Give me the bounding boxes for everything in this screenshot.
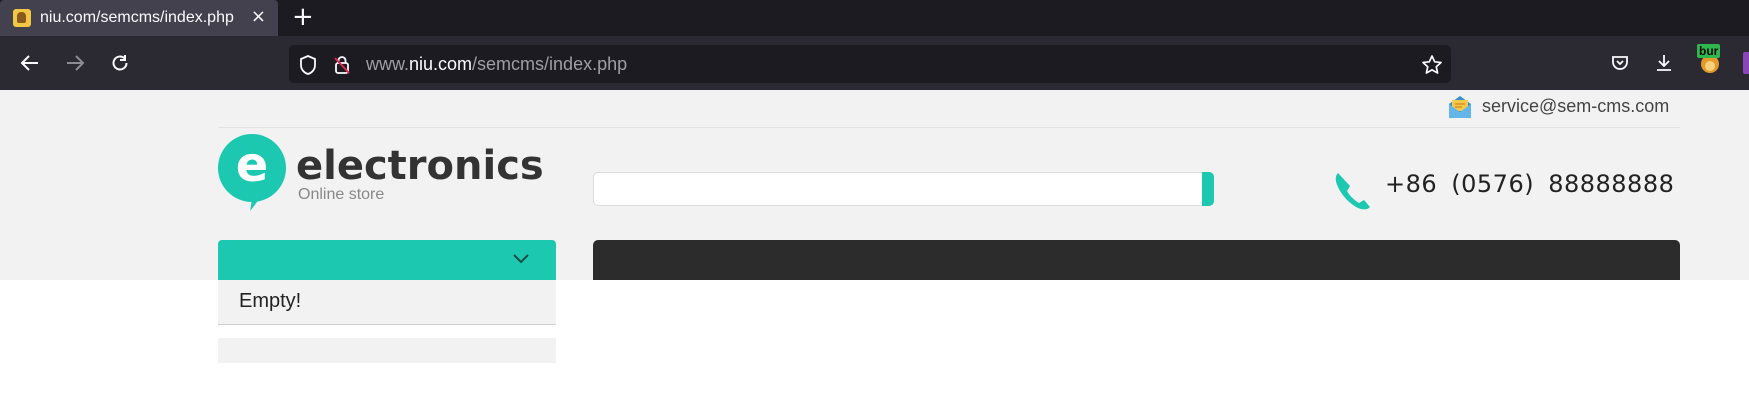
- search-button[interactable]: [1202, 172, 1214, 206]
- download-icon: [1657, 55, 1671, 71]
- reload-icon: [112, 55, 128, 71]
- logo-letter: e: [235, 137, 269, 193]
- category-menu-toggle[interactable]: [218, 240, 556, 280]
- dropdown-item-label: Empty!: [239, 290, 302, 312]
- forward-button[interactable]: [61, 49, 89, 77]
- arrow-right-icon: [67, 55, 85, 71]
- extension-badge: bur: [1697, 44, 1721, 58]
- browser-nav-bar: www.niu.com/semcms/index.php bur: [0, 36, 1749, 90]
- brand-name[interactable]: electronics: [296, 144, 544, 188]
- tab-close-icon[interactable]: ×: [251, 6, 266, 28]
- extension-edge-icon[interactable]: [1743, 52, 1749, 74]
- arrow-left-icon: [20, 55, 38, 71]
- search-input[interactable]: [593, 172, 1214, 206]
- main-nav-banner: [593, 240, 1680, 280]
- dropdown-footer: [218, 338, 556, 363]
- phone-number[interactable]: +86 (0576) 88888888: [1385, 170, 1674, 198]
- dropdown-item[interactable]: Empty!: [218, 280, 556, 325]
- bookmark-star-icon[interactable]: [1421, 54, 1443, 76]
- phone-icon: [1332, 170, 1374, 212]
- downloads-button[interactable]: [1650, 49, 1678, 77]
- browser-tab-bar: niu.com/semcms/index.php × +: [0, 0, 1749, 36]
- chevron-down-icon: [513, 254, 529, 264]
- pocket-button[interactable]: [1606, 49, 1634, 77]
- header-divider: [218, 127, 1680, 128]
- tab-title: niu.com/semcms/index.php: [40, 9, 234, 26]
- address-bar[interactable]: www.niu.com/semcms/index.php: [289, 45, 1451, 83]
- contact-email[interactable]: service@sem-cms.com: [1482, 96, 1669, 117]
- new-tab-button[interactable]: +: [292, 2, 314, 32]
- brand-tagline: Online store: [298, 186, 385, 203]
- page-favicon-icon: [13, 9, 31, 27]
- browser-tab[interactable]: niu.com/semcms/index.php ×: [0, 0, 278, 36]
- pocket-icon: [1612, 56, 1628, 70]
- shield-icon[interactable]: [297, 54, 319, 76]
- category-dropdown: Empty!: [218, 280, 556, 414]
- web-page: service@sem-cms.com e electronics Online…: [0, 90, 1749, 415]
- url-text[interactable]: www.niu.com/semcms/index.php: [366, 54, 627, 75]
- back-button[interactable]: [16, 49, 44, 77]
- reload-button[interactable]: [106, 49, 134, 77]
- insecure-lock-icon[interactable]: [331, 54, 353, 76]
- mail-icon: [1447, 94, 1473, 120]
